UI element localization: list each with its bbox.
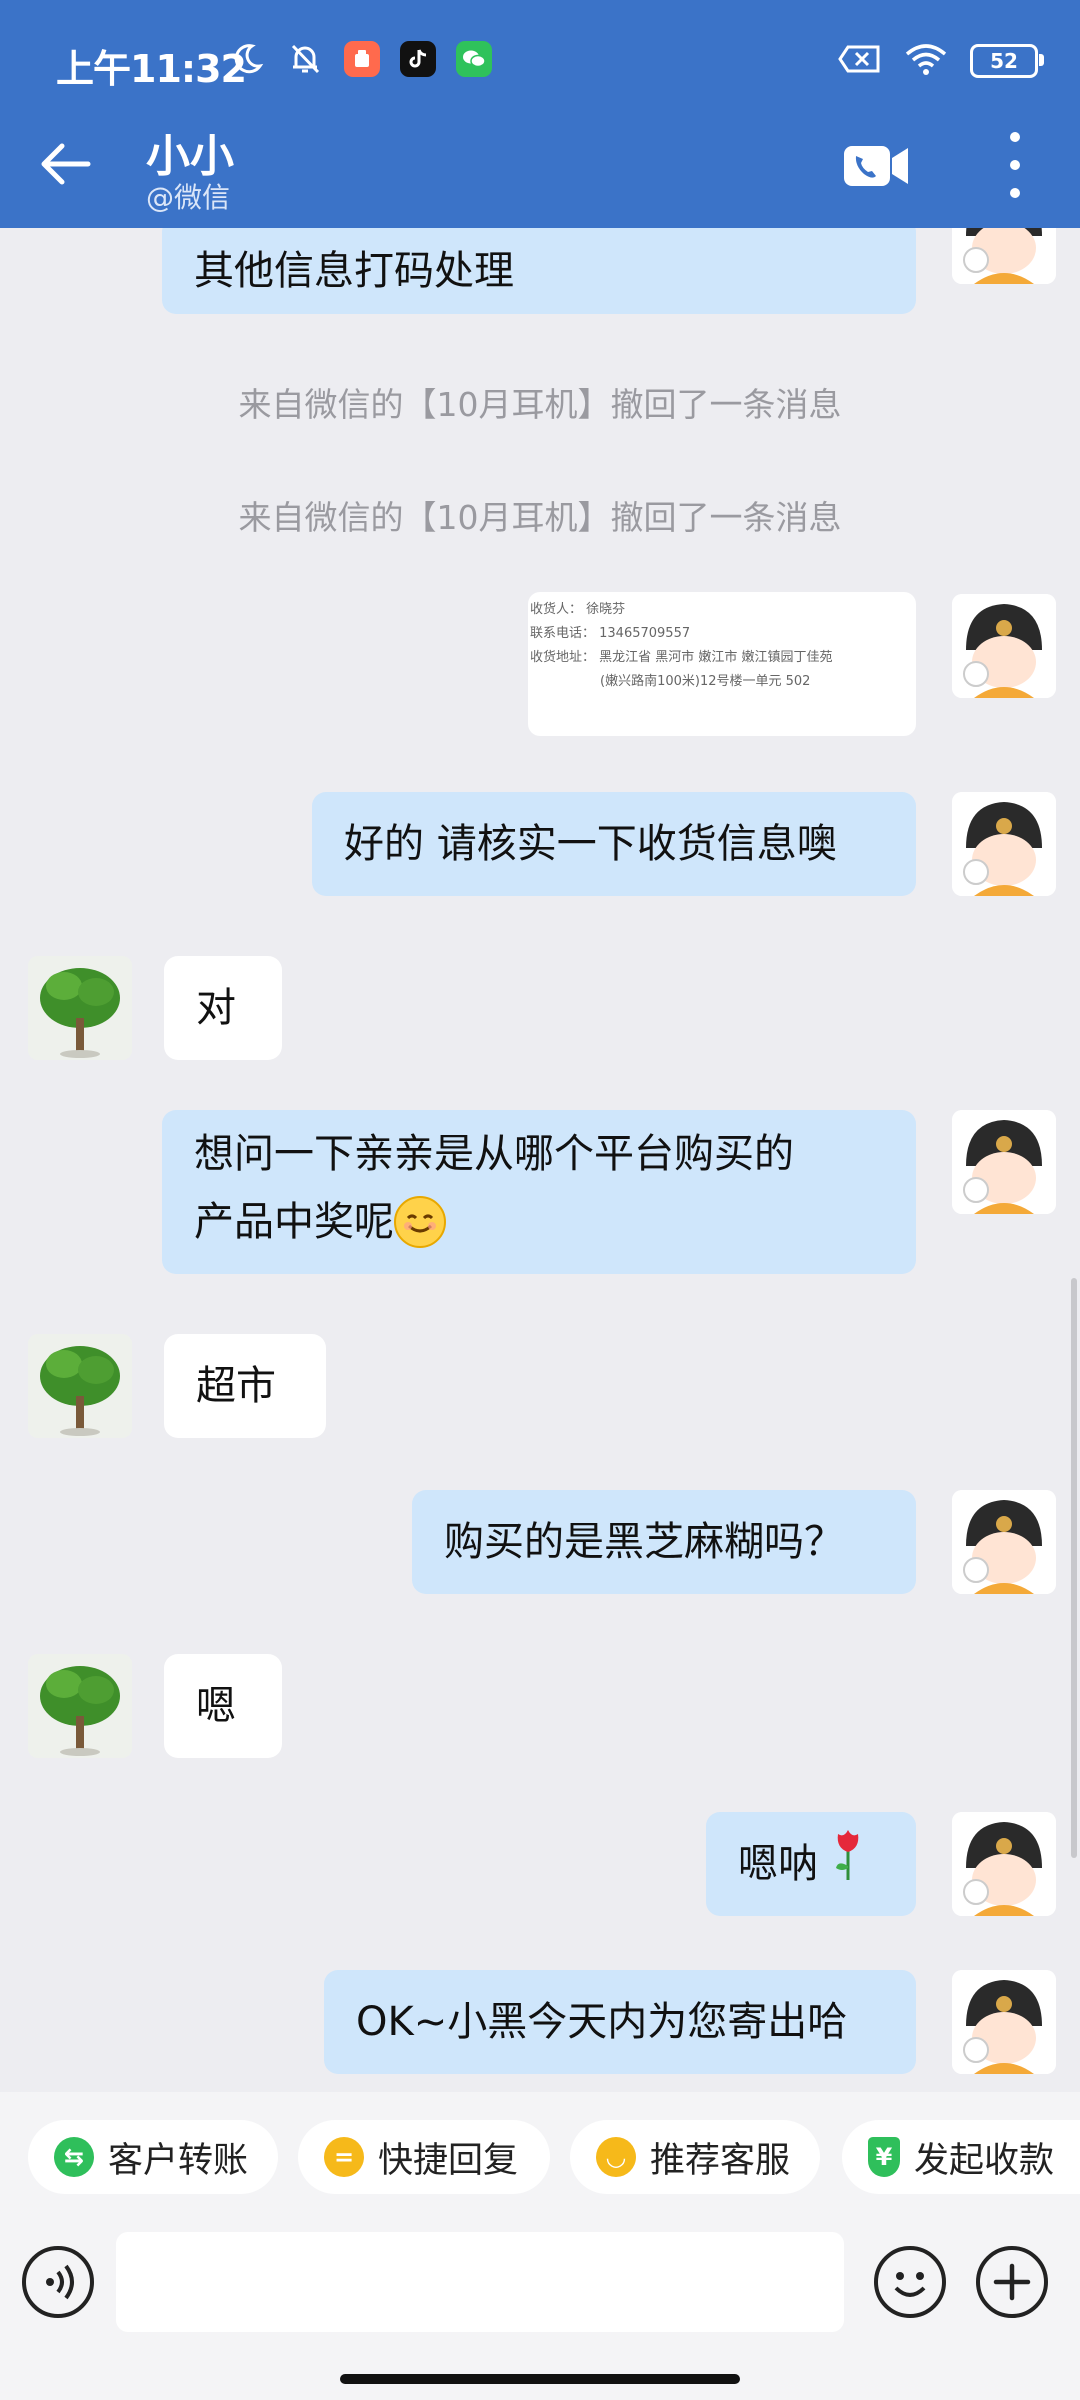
message-bubble-sent[interactable]: 好的 请核实一下收货信息噢 (312, 792, 916, 896)
plus-icon[interactable] (976, 2246, 1048, 2318)
message-text: OK~小黑今天内为您寄出哈 (356, 1999, 848, 2045)
quick-reply-button[interactable]: = 快捷回复 (298, 2120, 550, 2194)
my-avatar[interactable] (952, 792, 1056, 896)
emoji-icon[interactable] (874, 2246, 946, 2318)
message-text: 好的 请核实一下收货信息噢 (344, 821, 837, 867)
card-line: (嫩兴路南100米)12号楼一单元 502 (600, 674, 811, 689)
chip-label: 发起收款 (913, 2140, 1054, 2181)
status-notification-icons (228, 40, 492, 78)
status-time: 上午11:32 (56, 47, 247, 91)
my-avatar[interactable] (952, 1490, 1056, 1594)
smile-emoji-icon (394, 1196, 446, 1248)
chip-label: 快捷回复 (378, 2140, 519, 2181)
contact-name: 小小 (146, 131, 234, 182)
message-bubble-sent[interactable]: 购买的是黑芝麻糊吗？ (412, 1490, 916, 1594)
contact-avatar[interactable] (28, 1334, 132, 1438)
home-indicator[interactable] (340, 2374, 740, 2384)
message-bubble-sent[interactable]: 想问一下亲亲是从哪个平台购买的 产品中奖呢 (162, 1110, 916, 1274)
card-line: 收货地址： 黑龙江省 黑河市 嫩江市 嫩江镇园丁佳苑 (530, 650, 833, 665)
recall-notice: 来自微信的【10月耳机】撤回了一条消息 (238, 498, 842, 537)
message-text: 其他信息打码处理 (194, 248, 514, 294)
my-avatar[interactable] (952, 1970, 1056, 2074)
message-text-line: 想问一下亲亲是从哪个平台购买的 (194, 1131, 794, 1177)
quick-reply-icon: = (324, 2137, 364, 2177)
payment-shield-icon: ¥ (868, 2137, 900, 2177)
transfer-icon: ⇆ (54, 2137, 94, 2177)
moon-icon (228, 40, 266, 78)
my-avatar[interactable] (952, 228, 1056, 284)
customer-transfer-button[interactable]: ⇆ 客户转账 (28, 2120, 278, 2194)
chip-label: 推荐客服 (650, 2140, 791, 2181)
my-avatar[interactable] (952, 1812, 1056, 1916)
message-text: 购买的是黑芝麻糊吗？ (444, 1519, 844, 1565)
request-payment-button[interactable]: ¥ 发起收款 (842, 2120, 1080, 2194)
wifi-icon (904, 42, 948, 80)
message-text: 嗯呐 (738, 1841, 818, 1887)
bell-off-icon (286, 40, 324, 78)
message-bubble-received[interactable]: 嗯 (164, 1654, 282, 1758)
contact-source: @微信 (146, 181, 231, 214)
more-options-icon[interactable] (1000, 132, 1030, 198)
my-avatar[interactable] (952, 1110, 1056, 1214)
message-text-line: 产品中奖呢 (194, 1199, 394, 1245)
rose-emoji-icon (830, 1826, 866, 1903)
voice-input-icon[interactable] (22, 2246, 94, 2318)
recall-notice: 来自微信的【10月耳机】撤回了一条消息 (238, 385, 842, 424)
message-bubble-sent[interactable]: OK~小黑今天内为您寄出哈 (324, 1970, 916, 2074)
recommend-agent-button[interactable]: ◡ 推荐客服 (570, 2120, 820, 2194)
message-text: 超市 (196, 1363, 276, 1409)
video-call-icon[interactable] (842, 142, 912, 190)
chat-scrollbar[interactable] (1071, 1278, 1077, 1858)
back-arrow-icon[interactable] (36, 134, 96, 194)
message-text: 嗯 (196, 1683, 236, 1729)
message-bubble-received[interactable]: 对 (164, 956, 282, 1060)
contact-avatar[interactable] (28, 1654, 132, 1758)
message-bubble-received[interactable]: 超市 (164, 1334, 326, 1438)
battery-indicator: 52 (970, 44, 1044, 78)
no-sim-icon (838, 43, 882, 79)
message-bubble-sent[interactable]: 其他信息打码处理 (162, 228, 916, 314)
app-notification-icon (344, 41, 380, 77)
status-system-icons: 52 (838, 42, 1044, 80)
message-input[interactable] (116, 2232, 844, 2332)
card-line: 联系电话： 13465709557 (530, 626, 691, 641)
status-bar: 上午11:32 52 (0, 0, 1080, 120)
card-line: 收货人： 徐晓芬 (530, 602, 626, 617)
top-bar: 上午11:32 52 小小 @微信 (0, 0, 1080, 228)
message-text: 对 (196, 985, 236, 1031)
quick-actions-bar: ⇆ 客户转账 = 快捷回复 ◡ 推荐客服 ¥ 发起收款 (0, 2092, 1080, 2222)
chat-area[interactable]: 其他信息打码处理 来自微信的【10月耳机】撤回了一条消息 来自微信的【10月耳机… (0, 228, 1080, 2092)
chip-label: 客户转账 (108, 2140, 249, 2181)
contact-avatar[interactable] (28, 956, 132, 1060)
tiktok-icon (400, 41, 436, 77)
recommend-icon: ◡ (596, 2137, 636, 2177)
my-avatar[interactable] (952, 594, 1056, 698)
chat-header: 小小 @微信 (0, 120, 1080, 228)
message-bubble-sent[interactable]: 嗯呐 (706, 1812, 916, 1916)
input-bar (0, 2222, 1080, 2400)
wechat-icon (456, 41, 492, 77)
address-card-image[interactable]: 收货人： 徐晓芬 联系电话： 13465709557 收货地址： 黑龙江省 黑河… (528, 592, 916, 736)
